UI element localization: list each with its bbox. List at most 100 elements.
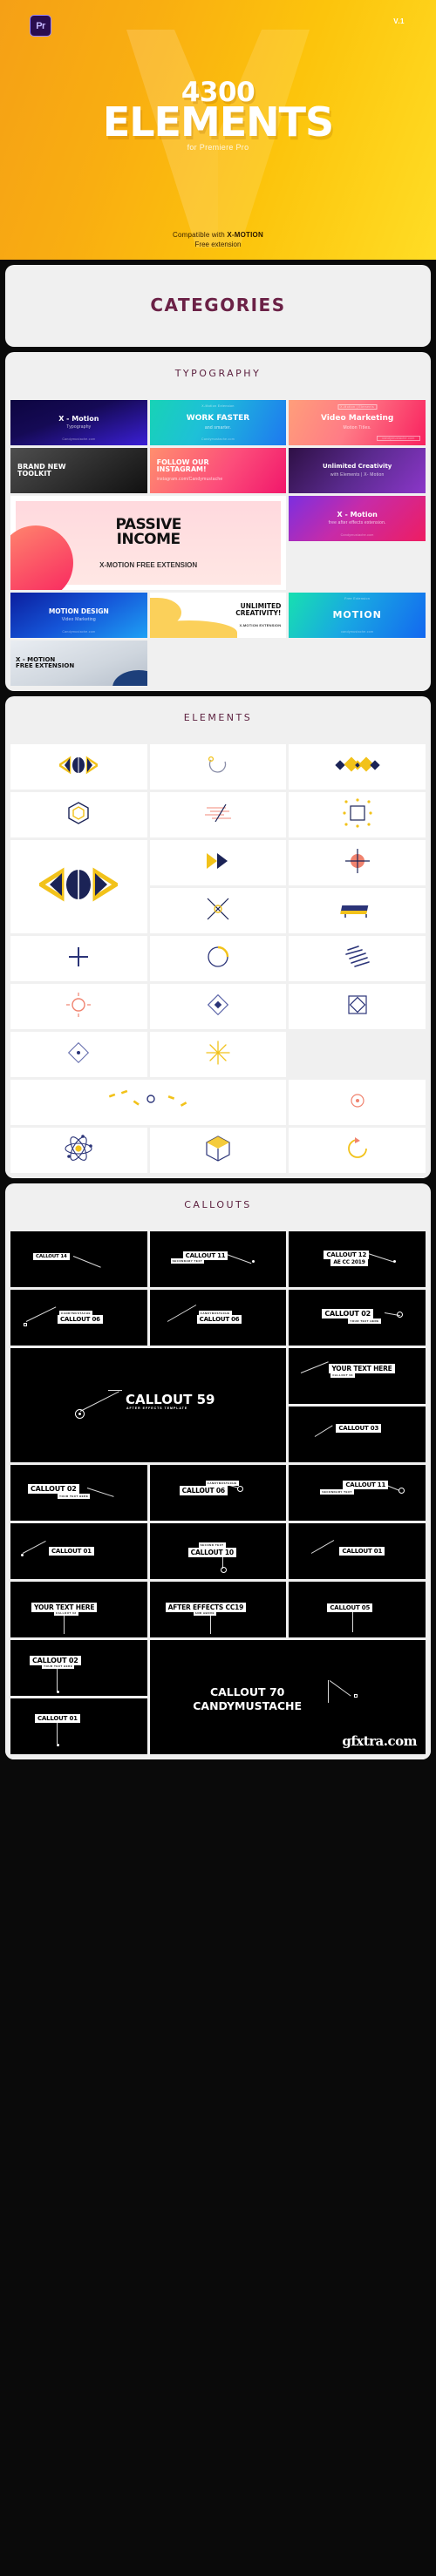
plus-cross-icon	[68, 946, 89, 972]
tile-title: FOLLOW OUR INSTAGRAM!	[156, 458, 209, 473]
callout-tile[interactable]: CALLOUT 11 SECONDARY TEXT	[149, 1231, 287, 1287]
tile-title: Video Marketing	[321, 414, 394, 424]
element-tile[interactable]	[289, 840, 426, 885]
element-tile[interactable]	[10, 1080, 287, 1125]
typography-tile[interactable]: Free Extension MOTION candymustache.com	[289, 593, 426, 638]
callout-tile[interactable]: SECOND TEXT CALLOUT 10	[149, 1523, 287, 1579]
crosshair-circle-icon	[344, 848, 371, 878]
typography-tile[interactable]: X-Motion | Elements Video Marketing Moti…	[289, 400, 426, 445]
element-tile[interactable]	[149, 1128, 287, 1173]
hero-title: ELEMENTS	[102, 98, 334, 146]
element-tile[interactable]	[289, 888, 426, 933]
element-tile[interactable]	[289, 1128, 426, 1173]
callout-label: CALLOUT 14	[33, 1253, 70, 1260]
callout-tile[interactable]: YOUR TEXT HERE CALLOUT 02	[10, 1582, 147, 1637]
tile-title: MOTION	[332, 609, 382, 621]
callout-label: CALLOUT 01	[49, 1547, 94, 1556]
diamond-square-icon	[345, 993, 370, 1021]
callout-tile[interactable]: CALLOUT 11 SECONDARY TEXT	[289, 1465, 426, 1521]
typography-tile[interactable]: Unlimited Creativity with Elements | X- …	[289, 448, 426, 493]
element-tile[interactable]	[149, 1032, 287, 1077]
callouts-grid: CALLOUT 14 CALLOUT 11 SECONDARY TEXT CAL…	[5, 1231, 431, 1759]
typography-tile[interactable]: BRAND NEW TOOLKIT	[10, 448, 147, 493]
typography-tile[interactable]: UNLIMITED CREATIVITY! X-MOTION EXTENSION	[149, 593, 287, 638]
typography-tile[interactable]: X - MOTION FREE EXTENSION	[10, 641, 147, 686]
callout-tile[interactable]: CANDYMUSTACHE CALLOUT 06	[10, 1290, 147, 1346]
callout-label: CALLOUT 01	[339, 1547, 385, 1556]
tile-tag: X-Motion | Elements	[337, 404, 378, 410]
typography-tile[interactable]: X - Motion free after effects extension.…	[289, 496, 426, 541]
chevron-arrow-icon	[205, 851, 231, 875]
typography-grid: X - Motion Typography Candymustache.com …	[5, 400, 431, 691]
element-tile[interactable]	[149, 792, 287, 837]
callout-label: CALLOUT 11	[343, 1481, 389, 1489]
callout-tile[interactable]: CALLOUT 03	[289, 1407, 426, 1462]
scribble-lines-icon	[344, 945, 371, 973]
callout-tile[interactable]: YOUR TEXT HERE CALLOUT 03	[289, 1348, 426, 1404]
compatible-brand: X-MOTION	[227, 231, 263, 239]
callout-sub: AFTER EFFECTS TEMPLATE	[126, 1407, 188, 1410]
callout-label: CALLOUT 10	[187, 1548, 236, 1557]
typography-tile[interactable]: X-Motion Extension WORK FASTER and smart…	[149, 400, 287, 445]
callout-tile[interactable]: CALLOUT 01	[289, 1523, 426, 1579]
premiere-pro-badge: Pr	[30, 15, 51, 37]
callout-tile[interactable]: CANDYMUSTACHE CALLOUT 06	[149, 1465, 287, 1521]
diamond-small-icon	[207, 993, 229, 1020]
element-tile[interactable]	[289, 792, 426, 837]
element-tile[interactable]	[289, 744, 426, 790]
callout-tile[interactable]: CALLOUT 02 YOUR TEXT HERE	[289, 1290, 426, 1346]
element-tile[interactable]	[10, 1128, 147, 1173]
callout-label: CALLOUT 05	[327, 1603, 373, 1612]
element-tile[interactable]	[10, 744, 147, 790]
element-tile[interactable]	[149, 840, 287, 885]
typography-tile[interactable]: FOLLOW OUR INSTAGRAM! instagram.com/Cand…	[149, 448, 287, 493]
element-tile[interactable]	[149, 744, 287, 790]
tile-micro: Candymustache.com	[340, 533, 374, 537]
element-tile[interactable]	[10, 936, 147, 981]
watermark: gfxtra.com	[342, 1733, 417, 1749]
callout-tile[interactable]: CANDYMUSTACHE CALLOUT 06	[149, 1290, 287, 1346]
typography-tile[interactable]: X - Motion Typography Candymustache.com	[10, 400, 147, 445]
version-label: V.1	[393, 17, 405, 25]
callout-sub: SECONDARY TEXT	[170, 1258, 205, 1264]
tile-tag: Free Extension	[344, 597, 371, 600]
cube-outline-icon	[205, 1135, 231, 1167]
tile-sub: Typography	[66, 424, 92, 430]
hero-free-extension: Free extension	[194, 241, 242, 248]
typography-section: TYPOGRAPHY X - Motion Typography Candymu…	[5, 352, 431, 691]
tile-micro: Candymustache.com	[62, 437, 96, 441]
callout-sub: CALLOUT 03	[330, 1373, 355, 1378]
element-tile[interactable]	[289, 984, 426, 1029]
flag-banner-icon	[339, 898, 375, 924]
callout-tile[interactable]: CALLOUT 02 YOUR TEXT HERE	[10, 1465, 147, 1521]
callout-tile[interactable]: AFTER EFFECTS CC19 AND ABOVE	[149, 1582, 287, 1637]
callout-tile-large[interactable]: CALLOUT 59 AFTER EFFECTS TEMPLATE	[10, 1348, 287, 1462]
categories-card: CATEGORIES	[5, 265, 431, 347]
element-tile[interactable]	[10, 1032, 147, 1077]
element-tile[interactable]	[10, 984, 147, 1029]
elements-section: ELEMENTS	[5, 696, 431, 1178]
element-tile[interactable]	[289, 936, 426, 981]
typography-heading: TYPOGRAPHY	[174, 368, 262, 379]
element-tile[interactable]	[289, 1080, 426, 1125]
tile-title: BRAND NEW TOOLKIT	[17, 462, 66, 478]
callout-tile[interactable]: CALLOUT 01	[10, 1523, 147, 1579]
callout-tile[interactable]: CALLOUT 12 AE CC 2019	[289, 1231, 426, 1287]
callout-tile-large[interactable]: CALLOUT 70 CANDYMUSTACHE gfxtra.com	[149, 1640, 426, 1754]
callout-label: CALLOUT 06	[196, 1315, 242, 1324]
callout-tile[interactable]: CALLOUT 14	[10, 1231, 147, 1287]
callout-tile[interactable]: CALLOUT 05	[289, 1582, 426, 1637]
callout-tile[interactable]: CALLOUT 02 YOUR TEXT HERE	[10, 1640, 147, 1696]
diamond-cluster-icon	[334, 756, 380, 779]
element-tile[interactable]	[149, 984, 287, 1029]
callout-label: CALLOUT 06	[179, 1486, 228, 1495]
tile-sub: instagram.com/Candymustache	[156, 477, 223, 483]
typography-tile[interactable]: MOTION DESIGN Video Marketing Candymusta…	[10, 593, 147, 638]
element-tile[interactable]	[10, 840, 147, 933]
element-tile[interactable]	[10, 792, 147, 837]
element-tile[interactable]	[149, 936, 287, 981]
typography-tile[interactable]: PASSIVE INCOME X-MOTION FREE EXTENSION	[10, 496, 287, 590]
callout-tile[interactable]: CALLOUT 01	[10, 1698, 147, 1754]
element-tile[interactable]	[149, 888, 287, 933]
callout-sub: YOUR TEXT HERE	[58, 1494, 91, 1499]
